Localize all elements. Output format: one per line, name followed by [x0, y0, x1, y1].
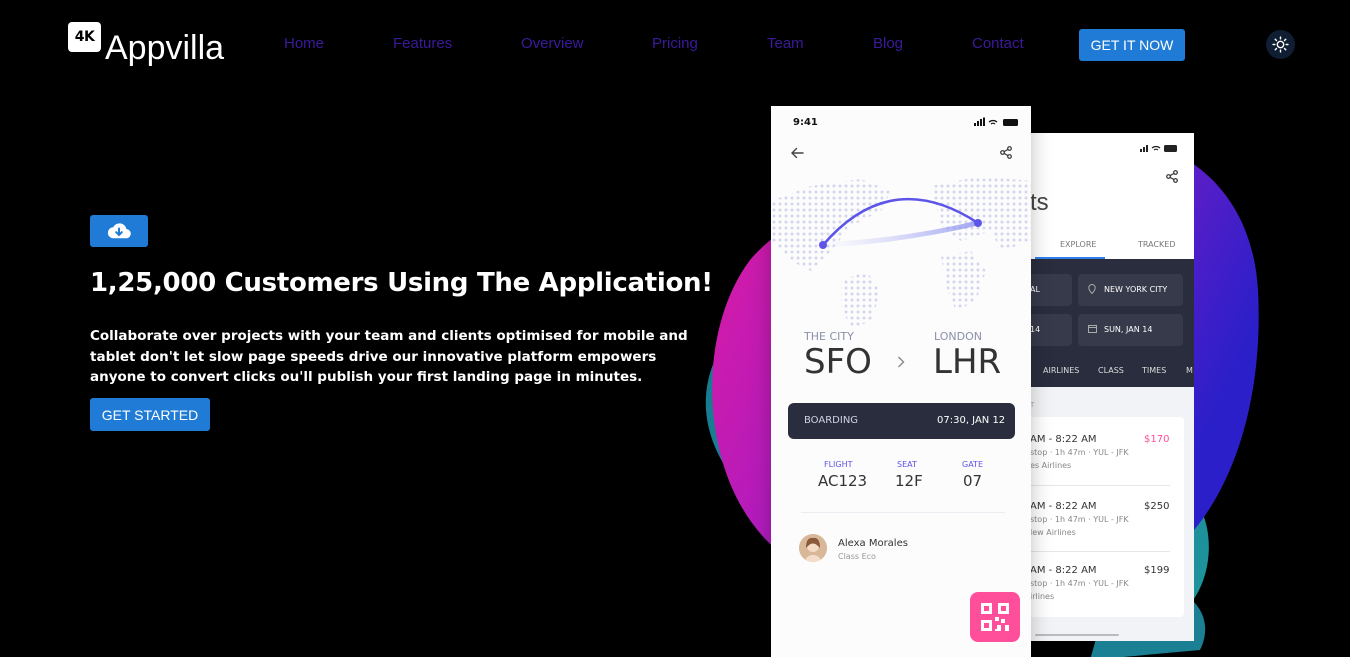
location-icon — [1088, 284, 1096, 294]
result-airline: irlines — [1030, 592, 1055, 601]
filter-airlines[interactable]: AIRLINES — [1043, 366, 1079, 375]
get-it-now-button[interactable]: GET IT NOW — [1079, 29, 1185, 61]
get-started-button[interactable]: GET STARTED — [90, 398, 210, 431]
nav-link-overview[interactable]: Overview — [521, 35, 584, 52]
tab-tracked[interactable]: TRACKED — [1138, 240, 1176, 249]
nav-link-team[interactable]: Team — [767, 35, 804, 52]
field-left-1: AL — [1030, 285, 1040, 294]
back-arrow-icon[interactable] — [790, 147, 804, 159]
seat-value: 12F — [895, 472, 923, 490]
boarding-label: BOARDING — [804, 415, 859, 426]
result-detail: stop · 1h 47m · YUL - JFK — [1030, 448, 1129, 457]
result-time: AM - 8:22 AM — [1030, 565, 1097, 576]
seat-label: SEAT — [897, 460, 917, 469]
filter-more[interactable]: M — [1186, 366, 1193, 375]
nav-link-pricing[interactable]: Pricing — [652, 35, 698, 52]
theme-toggle-button[interactable] — [1266, 30, 1295, 59]
result-time: AM - 8:22 AM — [1030, 434, 1097, 445]
share-icon[interactable] — [1166, 170, 1178, 183]
status-icons — [974, 117, 1018, 126]
logo[interactable]: 4K Appvilla — [68, 22, 224, 70]
result-airline: lew Airlines — [1030, 528, 1076, 537]
qr-code-button[interactable] — [970, 592, 1020, 642]
logo-text: Appvilla — [105, 29, 225, 67]
result-detail: stop · 1h 47m · YUL - JFK — [1030, 515, 1129, 524]
result-detail: stop · 1h 47m · YUL - JFK — [1030, 579, 1129, 588]
back-title-fragment: ts — [1030, 189, 1049, 216]
flight-value: AC123 — [818, 472, 868, 490]
back-phone-screen: ts EXPLORE TRACKED AL NEW YORK CITY 14 S… — [1010, 133, 1194, 641]
hero-description: Collaborate over projects with your team… — [90, 328, 688, 385]
result-price: $199 — [1144, 565, 1170, 576]
from-code: SFO — [804, 342, 872, 382]
field-destination[interactable]: NEW YORK CITY — [1104, 285, 1167, 294]
boarding-time: 07:30, JAN 12 — [937, 415, 1006, 426]
nav-link-contact[interactable]: Contact — [972, 35, 1024, 52]
to-code: LHR — [933, 342, 1002, 382]
gate-value: 07 — [963, 472, 983, 490]
field-date[interactable]: SUN, JAN 14 — [1104, 325, 1152, 334]
tab-explore[interactable]: EXPLORE — [1060, 240, 1096, 249]
filter-times[interactable]: TIMES — [1142, 366, 1166, 375]
passenger-class: Class Eco — [838, 552, 876, 561]
calendar-icon — [1088, 325, 1097, 333]
status-time: 9:41 — [793, 117, 818, 128]
nav-link-blog[interactable]: Blog — [873, 35, 903, 52]
world-map-route — [771, 176, 1031, 329]
share-icon[interactable] — [1000, 146, 1012, 159]
field-left-2: 14 — [1030, 325, 1041, 334]
qr-code-icon — [981, 603, 1009, 631]
nav-link-features[interactable]: Features — [393, 35, 452, 52]
result-price: $170 — [1144, 434, 1170, 445]
result-time: AM - 8:22 AM — [1030, 501, 1097, 512]
front-phone-screen: 9:41 THE CITY SFO LONDON LHR BOARDING 07… — [771, 106, 1031, 657]
download-button[interactable] — [90, 215, 148, 247]
sun-icon — [1272, 36, 1289, 53]
flight-label: FLIGHT — [824, 460, 853, 469]
cloud-download-icon — [107, 223, 131, 239]
result-airline: es Airlines — [1030, 461, 1072, 470]
hero-title: 1,25,000 Customers Using The Application… — [90, 268, 713, 298]
status-icons — [1140, 145, 1177, 152]
result-price: $250 — [1144, 501, 1170, 512]
chevron-right-icon — [898, 356, 905, 368]
logo-badge: 4K — [68, 22, 101, 52]
avatar — [799, 534, 827, 562]
filter-class[interactable]: CLASS — [1098, 366, 1124, 375]
nav-link-home[interactable]: Home — [284, 35, 324, 52]
passenger-name: Alexa Morales — [838, 538, 908, 549]
home-indicator — [1035, 634, 1119, 636]
gate-label: GATE — [962, 460, 983, 469]
